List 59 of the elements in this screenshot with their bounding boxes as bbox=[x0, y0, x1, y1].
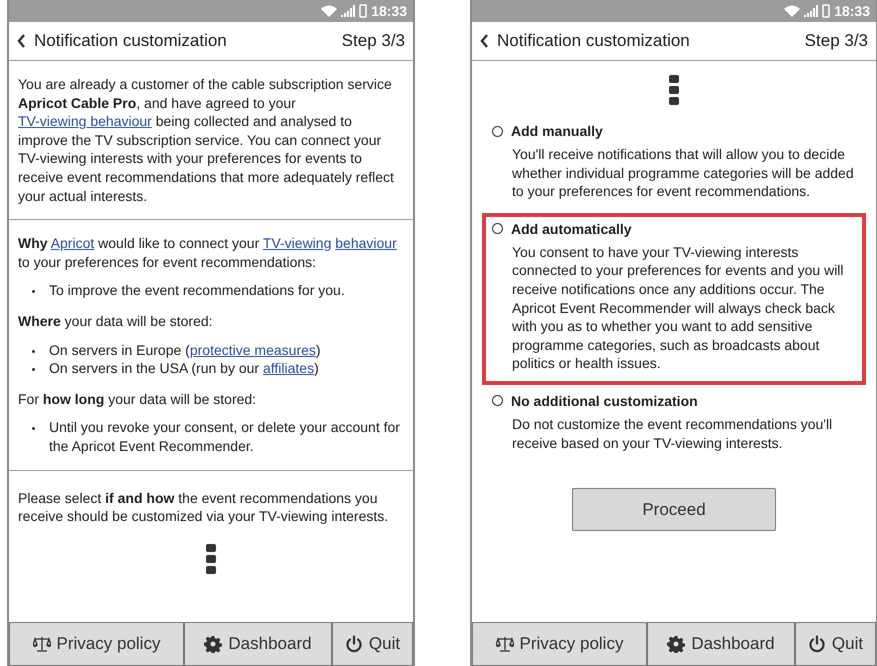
screen-title: Notification customization bbox=[34, 31, 228, 51]
bullet-icon bbox=[32, 368, 35, 372]
radio-button[interactable] bbox=[492, 126, 503, 136]
footer-button[interactable]: Privacy policy bbox=[472, 622, 647, 666]
footer-button[interactable]: Privacy policy bbox=[9, 622, 184, 666]
radio-option[interactable]: Add manually bbox=[492, 123, 856, 139]
battery-icon bbox=[359, 4, 368, 18]
footer-button[interactable]: Quit bbox=[332, 622, 413, 666]
battery-icon bbox=[822, 4, 830, 18]
paragraph: You are already a customer of the cable subscription service Apricot Cable Pro, and have agreed to your TV-viewing behaviour being collected and analysed to improve the TV subscription service. You can connect your TV-viewing interests with your preferences for events to receive event recommendations that more adequately reflect your actual interests. bbox=[18, 75, 395, 206]
radio-option[interactable]: Add automatically bbox=[492, 220, 856, 237]
status-time: 18:33 bbox=[371, 3, 407, 19]
step-label: Step 3/3 bbox=[804, 31, 868, 51]
wifi-icon bbox=[321, 5, 338, 17]
signal-icon bbox=[804, 5, 818, 17]
wifi-icon bbox=[784, 5, 800, 17]
paragraph: Where your data will be stored: bbox=[18, 312, 214, 331]
paragraph: Please select if and how the event recommendations you receive should be customized via your TV-viewing interests. bbox=[18, 488, 390, 526]
proceed-button[interactable]: Proceed bbox=[572, 488, 776, 532]
bullet-icon bbox=[32, 350, 35, 353]
screen-title: Notification customization bbox=[497, 31, 691, 51]
gear-icon bbox=[667, 635, 686, 653]
back-button[interactable] bbox=[480, 34, 489, 48]
step-label: Step 3/3 bbox=[342, 31, 405, 51]
more-icon bbox=[669, 75, 679, 105]
scales-icon bbox=[496, 636, 514, 652]
radio-option[interactable]: No additional customization bbox=[492, 392, 856, 409]
option-description: You consent to have your TV-viewing interests connected to your preferences for events and you will receive notifications once any additions occur. The Apricot Event Recommender will always check back with you as to whether you want to add sensitive programme categories, such as broadcasts about politics or health issues. bbox=[512, 242, 845, 373]
bullet-text: On servers in Europe (protective measures) bbox=[49, 340, 321, 360]
signal-icon bbox=[341, 5, 356, 17]
radio-button[interactable] bbox=[492, 223, 503, 234]
back-icon bbox=[480, 34, 489, 48]
power-icon bbox=[344, 635, 363, 653]
option-description: Do not customize the event recommendations you'll receive based on your TV-viewing interests. bbox=[512, 414, 834, 452]
bullet-text: To improve the event recommendations for you. bbox=[49, 281, 345, 300]
paragraph: For how long your data will be stored: bbox=[18, 390, 258, 408]
link[interactable]: TV-viewing behaviour bbox=[18, 113, 152, 130]
footer-button[interactable]: Dashboard bbox=[647, 622, 795, 666]
more-icon bbox=[206, 544, 216, 574]
back-button[interactable] bbox=[17, 34, 26, 48]
link[interactable]: behaviour bbox=[335, 235, 397, 252]
link[interactable]: protective measures bbox=[190, 342, 316, 358]
bullet-text: On servers in the USA (run by our affiliates) bbox=[49, 359, 319, 378]
power-icon bbox=[808, 635, 826, 653]
radio-button[interactable] bbox=[492, 395, 503, 406]
paragraph: Why Apricot would like to connect your TV-viewing behaviour to your preferences for event recommendations: bbox=[18, 234, 398, 272]
back-icon bbox=[17, 34, 26, 48]
option-description: You'll receive notifications that will allow you to decide whether individual programme categories will be added to your preferences for event recommendations. bbox=[512, 145, 855, 201]
scales-icon bbox=[32, 636, 51, 652]
link[interactable]: affiliates bbox=[262, 360, 314, 376]
link[interactable]: TV-viewing bbox=[262, 235, 332, 252]
gear-icon bbox=[204, 635, 222, 653]
bullet-text: Until you revoke your consent, or delete your account for the Apricot Event Recommender. bbox=[49, 418, 401, 456]
bullet-icon bbox=[32, 427, 35, 430]
link[interactable]: Apricot bbox=[50, 235, 94, 252]
footer-button[interactable]: Quit bbox=[795, 622, 876, 666]
bullet-icon bbox=[32, 290, 35, 294]
status-time: 18:33 bbox=[834, 3, 870, 19]
footer-button[interactable]: Dashboard bbox=[184, 622, 332, 666]
